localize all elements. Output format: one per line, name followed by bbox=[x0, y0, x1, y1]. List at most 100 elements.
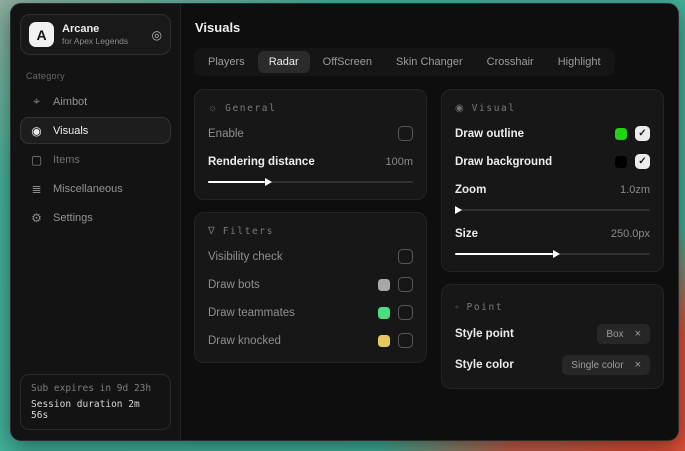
size-row: Size 250.0px bbox=[455, 225, 650, 242]
app-subtitle: for Apex Legends bbox=[62, 36, 128, 46]
app-meta: Arcane for Apex Legends bbox=[62, 23, 128, 46]
eye-icon: ◉ bbox=[455, 103, 464, 114]
draw-outline-label: Draw outline bbox=[455, 128, 524, 140]
draw-knocked-label: Draw knocked bbox=[208, 335, 281, 347]
zoom-slider[interactable] bbox=[455, 205, 650, 214]
tab-highlight[interactable]: Highlight bbox=[547, 51, 612, 73]
rendering-distance-row: Rendering distance 100m bbox=[208, 153, 413, 170]
sidebar-item-label: Settings bbox=[53, 212, 93, 224]
panels-content: ☼ General Enable Rendering distance 100m bbox=[194, 89, 664, 389]
close-icon[interactable]: × bbox=[635, 359, 641, 371]
draw-knocked-row: Draw knocked bbox=[208, 332, 413, 349]
crosshair-icon[interactable]: ◎ bbox=[152, 28, 162, 42]
sidebar-item-label: Miscellaneous bbox=[53, 183, 123, 195]
zoom-row: Zoom 1.0zm bbox=[455, 181, 650, 198]
funnel-icon: ∇ bbox=[208, 226, 215, 237]
draw-outline-checkbox[interactable] bbox=[635, 126, 650, 141]
slider-fill[interactable] bbox=[208, 181, 265, 183]
enable-label: Enable bbox=[208, 128, 244, 140]
filters-panel-title: Filters bbox=[223, 226, 274, 237]
draw-background-checkbox[interactable] bbox=[635, 154, 650, 169]
point-panel: ◦ Point Style point Box × Style bbox=[441, 284, 664, 389]
visual-panel: ◉ Visual Draw outline Draw background bbox=[441, 89, 664, 272]
sidebar-nav: ⌖ Aimbot ◉ Visuals ▢ Items ≣ Miscellaneo… bbox=[20, 88, 171, 231]
sun-icon: ☼ bbox=[208, 103, 217, 114]
rendering-distance-value: 100m bbox=[385, 156, 413, 168]
draw-teammates-row: Draw teammates bbox=[208, 304, 413, 321]
items-icon: ▢ bbox=[30, 153, 43, 167]
enable-checkbox[interactable] bbox=[398, 126, 413, 141]
draw-background-row: Draw background bbox=[455, 153, 650, 170]
app-name: Arcane bbox=[62, 23, 128, 35]
chip-label: Single color bbox=[571, 360, 623, 371]
draw-background-color-swatch[interactable] bbox=[615, 156, 627, 168]
app-logo: A bbox=[29, 22, 54, 47]
app-window: A Arcane for Apex Legends ◎ Category ⌖ A… bbox=[10, 3, 679, 441]
app-header-card: A Arcane for Apex Legends ◎ bbox=[20, 14, 171, 55]
gear-icon: ⚙ bbox=[30, 211, 43, 225]
visuals-tabbar: Players Radar OffScreen Skin Changer Cro… bbox=[194, 48, 615, 76]
visibility-check-row: Visibility check bbox=[208, 248, 413, 265]
tab-offscreen[interactable]: OffScreen bbox=[312, 51, 383, 73]
tab-crosshair[interactable]: Crosshair bbox=[476, 51, 545, 73]
general-panel-title: General bbox=[225, 103, 276, 114]
enable-row: Enable bbox=[208, 125, 413, 142]
draw-bots-checkbox[interactable] bbox=[398, 277, 413, 292]
style-point-row: Style point Box × bbox=[455, 324, 650, 344]
session-duration-text: Session duration 2m 56s bbox=[31, 399, 160, 421]
draw-background-label: Draw background bbox=[455, 156, 552, 168]
sidebar-item-visuals[interactable]: ◉ Visuals bbox=[20, 117, 171, 144]
size-value: 250.0px bbox=[611, 228, 650, 240]
page-title: Visuals bbox=[195, 20, 664, 35]
close-icon[interactable]: × bbox=[635, 328, 641, 340]
draw-knocked-color-swatch[interactable] bbox=[378, 335, 390, 347]
tab-radar[interactable]: Radar bbox=[258, 51, 310, 73]
draw-bots-color-swatch[interactable] bbox=[378, 279, 390, 291]
tab-players[interactable]: Players bbox=[197, 51, 256, 73]
sidebar-item-label: Visuals bbox=[53, 125, 88, 137]
visibility-check-checkbox[interactable] bbox=[398, 249, 413, 264]
sidebar-item-aimbot[interactable]: ⌖ Aimbot bbox=[20, 88, 171, 115]
sidebar-item-label: Items bbox=[53, 154, 80, 166]
chip-label: Box bbox=[606, 329, 623, 340]
draw-knocked-checkbox[interactable] bbox=[398, 333, 413, 348]
draw-outline-row: Draw outline bbox=[455, 125, 650, 142]
general-panel: ☼ General Enable Rendering distance 100m bbox=[194, 89, 427, 200]
visuals-icon: ◉ bbox=[30, 124, 43, 138]
style-point-chip[interactable]: Box × bbox=[597, 324, 650, 344]
filters-panel: ∇ Filters Visibility check Draw bots bbox=[194, 212, 427, 363]
draw-teammates-color-swatch[interactable] bbox=[378, 307, 390, 319]
size-slider[interactable] bbox=[455, 249, 650, 258]
sidebar-item-miscellaneous[interactable]: ≣ Miscellaneous bbox=[20, 175, 171, 202]
miscellaneous-icon: ≣ bbox=[30, 182, 43, 196]
style-color-row: Style color Single color × bbox=[455, 355, 650, 375]
dot-icon: ◦ bbox=[455, 302, 459, 313]
sidebar: A Arcane for Apex Legends ◎ Category ⌖ A… bbox=[11, 4, 181, 440]
visual-panel-title: Visual bbox=[472, 103, 516, 114]
visibility-check-label: Visibility check bbox=[208, 251, 283, 263]
sidebar-item-label: Aimbot bbox=[53, 96, 87, 108]
sidebar-item-settings[interactable]: ⚙ Settings bbox=[20, 204, 171, 231]
zoom-value: 1.0zm bbox=[620, 184, 650, 196]
draw-teammates-label: Draw teammates bbox=[208, 307, 295, 319]
style-color-label: Style color bbox=[455, 359, 514, 371]
tab-skin-changer[interactable]: Skin Changer bbox=[385, 51, 474, 73]
draw-teammates-checkbox[interactable] bbox=[398, 305, 413, 320]
point-panel-title: Point bbox=[467, 302, 504, 313]
main-area: Visuals Players Radar OffScreen Skin Cha… bbox=[181, 4, 678, 440]
style-color-chip[interactable]: Single color × bbox=[562, 355, 650, 375]
draw-outline-color-swatch[interactable] bbox=[615, 128, 627, 140]
size-label: Size bbox=[455, 228, 478, 240]
draw-bots-row: Draw bots bbox=[208, 276, 413, 293]
style-point-label: Style point bbox=[455, 328, 514, 340]
subscription-status-box: Sub expires in 9d 23h Session duration 2… bbox=[20, 374, 171, 430]
rendering-distance-slider[interactable] bbox=[208, 177, 413, 186]
category-label: Category bbox=[26, 71, 165, 81]
sidebar-item-items[interactable]: ▢ Items bbox=[20, 146, 171, 173]
rendering-distance-label: Rendering distance bbox=[208, 156, 315, 168]
zoom-label: Zoom bbox=[455, 184, 486, 196]
slider-fill[interactable] bbox=[455, 253, 553, 255]
sub-expires-text: Sub expires in 9d 23h bbox=[31, 383, 160, 394]
draw-bots-label: Draw bots bbox=[208, 279, 260, 291]
aimbot-icon: ⌖ bbox=[30, 94, 43, 109]
